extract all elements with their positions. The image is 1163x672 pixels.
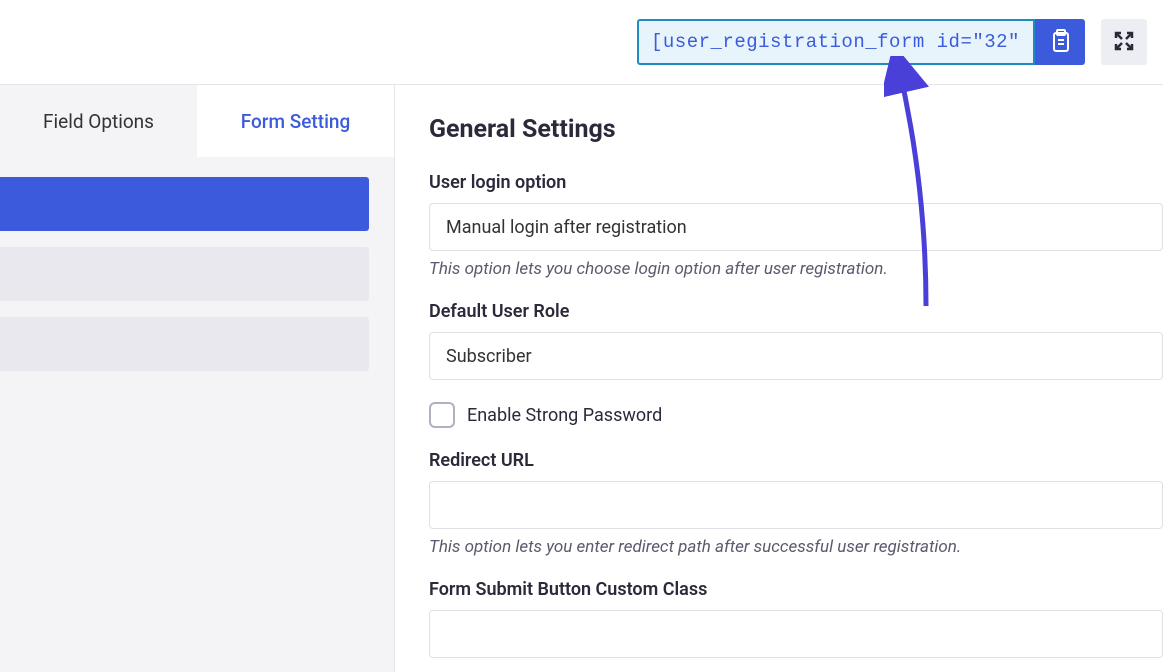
sidebar-item-3[interactable] bbox=[0, 317, 369, 371]
strong-password-group: Enable Strong Password bbox=[429, 402, 1163, 428]
sidebar: Field Options Form Setting bbox=[0, 85, 395, 672]
default-role-label: Default User Role bbox=[429, 301, 1163, 322]
user-login-label: User login option bbox=[429, 172, 1163, 193]
submit-class-input[interactable] bbox=[429, 610, 1163, 658]
redirect-help: This option lets you enter redirect path… bbox=[429, 537, 1163, 557]
shortcode-group bbox=[637, 19, 1085, 65]
main-layout: Field Options Form Setting General Setti… bbox=[0, 85, 1163, 672]
content-panel: General Settings User login option Manua… bbox=[395, 85, 1163, 672]
shortcode-input[interactable] bbox=[637, 19, 1035, 65]
tab-form-setting[interactable]: Form Setting bbox=[197, 85, 394, 157]
page-title: General Settings bbox=[429, 115, 1163, 144]
sidebar-items bbox=[0, 157, 394, 371]
expand-icon bbox=[1114, 31, 1134, 54]
default-role-group: Default User Role Subscriber bbox=[429, 301, 1163, 380]
sidebar-item-2[interactable] bbox=[0, 247, 369, 301]
tab-field-options[interactable]: Field Options bbox=[0, 85, 197, 157]
default-role-select[interactable]: Subscriber bbox=[429, 332, 1163, 380]
copy-button[interactable] bbox=[1035, 19, 1085, 65]
submit-class-label: Form Submit Button Custom Class bbox=[429, 579, 1163, 600]
strong-password-label[interactable]: Enable Strong Password bbox=[467, 405, 662, 426]
tabs: Field Options Form Setting bbox=[0, 85, 394, 157]
top-bar bbox=[0, 0, 1163, 84]
submit-class-group: Form Submit Button Custom Class bbox=[429, 579, 1163, 658]
fullscreen-button[interactable] bbox=[1101, 19, 1147, 65]
clipboard-icon bbox=[1049, 29, 1071, 56]
user-login-help: This option lets you choose login option… bbox=[429, 259, 1163, 279]
redirect-input[interactable] bbox=[429, 481, 1163, 529]
redirect-label: Redirect URL bbox=[429, 450, 1163, 471]
user-login-group: User login option Manual login after reg… bbox=[429, 172, 1163, 279]
sidebar-item-1[interactable] bbox=[0, 177, 369, 231]
user-login-select[interactable]: Manual login after registration bbox=[429, 203, 1163, 251]
redirect-group: Redirect URL This option lets you enter … bbox=[429, 450, 1163, 557]
strong-password-checkbox[interactable] bbox=[429, 402, 455, 428]
